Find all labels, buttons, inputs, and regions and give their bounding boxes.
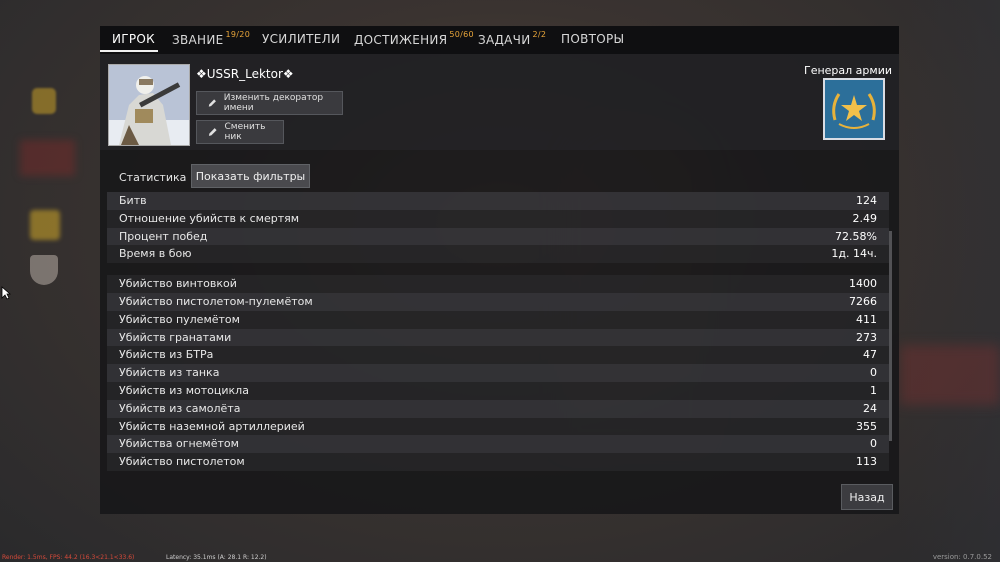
background-red-blur [20, 140, 75, 176]
rank-title: Генерал армии [803, 64, 892, 77]
tab-label: ДОСТИЖЕНИЯ [354, 33, 448, 47]
background-emblem [30, 210, 60, 240]
tab-rank[interactable]: ЗВАНИЕ 19/20 [172, 30, 251, 47]
tab-label: ИГРОК [112, 32, 155, 46]
tab-label: ЗВАНИЕ [172, 33, 224, 47]
tab-player[interactable]: ИГРОК [112, 32, 155, 46]
stat-label: Время в бою [119, 247, 192, 261]
stat-label: Убийства огнемётом [119, 437, 239, 451]
stat-value: 1 [870, 383, 877, 397]
stats-scrollbar[interactable] [889, 231, 892, 441]
tab-label: УСИЛИТЕЛИ [262, 32, 341, 46]
player-profile-panel: ИГРОК ЗВАНИЕ 19/20 УСИЛИТЕЛИ ДОСТИЖЕНИЯ 50… [100, 26, 899, 514]
tab-badge: 19/20 [225, 30, 251, 39]
list-item: Отношение убийств к смертям 2.49 [107, 209, 889, 228]
button-label: Изменить декоратор имени [223, 93, 324, 113]
tab-label: ЗАДАЧИ [478, 33, 531, 47]
tab-tasks[interactable]: ЗАДАЧИ 2/2 [478, 30, 547, 47]
change-decorator-button[interactable]: Изменить декоратор имени [196, 91, 343, 115]
stat-label: Убийство пулемётом [119, 312, 240, 326]
tab-label: ПОВТОРЫ [561, 32, 625, 46]
background-shield [30, 255, 58, 285]
list-item: Убийство пистолетом-пулемётом 7266 [107, 292, 889, 311]
stat-label: Убийств наземной артиллерией [119, 419, 305, 433]
stat-value: 1д. 14ч. [831, 247, 877, 261]
stat-value: 47 [863, 348, 877, 362]
stats-toolbar: Статистика Показать фильтры [100, 164, 899, 194]
rank-badge[interactable] [823, 78, 885, 140]
stat-value: 124 [856, 194, 877, 207]
list-item: Убийства огнемётом 0 [107, 435, 889, 454]
stat-value: 355 [856, 419, 877, 433]
player-avatar[interactable] [108, 64, 190, 146]
stats-list: Битв 124 Отношение убийств к смертям 2.49 … [107, 192, 889, 472]
stat-value: 24 [863, 401, 877, 415]
tab-badge: 50/60 [449, 30, 474, 39]
stat-label: Убийств из самолёта [119, 401, 241, 415]
stat-label: Убийство винтовкой [119, 277, 237, 291]
tab-badge: 2/2 [532, 30, 547, 39]
stat-label: Убийство пистолетом [119, 455, 245, 469]
tab-bar: ИГРОК ЗВАНИЕ 19/20 УСИЛИТЕЛИ ДОСТИЖЕНИЯ 50… [100, 26, 899, 54]
change-nick-button[interactable]: Сменить ник [196, 120, 284, 144]
stat-value: 1400 [849, 277, 877, 291]
list-item: Убийство пулемётом 411 [107, 310, 889, 329]
background-red-blur [900, 345, 1000, 405]
pencil-icon [208, 128, 217, 136]
list-item: Битв 124 [107, 192, 889, 210]
stat-value: 0 [870, 437, 877, 451]
background-right-shade [900, 0, 1000, 562]
stat-label: Процент побед [119, 229, 208, 243]
player-header: ❖USSR_Lektor❖ Изменить декоратор имени С… [100, 54, 899, 150]
tab-boosters[interactable]: УСИЛИТЕЛИ [262, 32, 340, 46]
stat-label: Убийств из мотоцикла [119, 383, 249, 397]
stat-value: 0 [870, 366, 877, 380]
stat-label: Убийств из танка [119, 366, 220, 380]
active-tab-underline [100, 50, 158, 52]
show-filters-button[interactable]: Показать фильтры [191, 164, 310, 188]
back-button[interactable]: Назад [841, 484, 893, 510]
stats-tab-label[interactable]: Статистика [119, 171, 186, 184]
list-item: Убийств из танка 0 [107, 364, 889, 382]
tab-achievements[interactable]: ДОСТИЖЕНИЯ 50/60 [354, 30, 474, 47]
stat-label: Битв [119, 194, 147, 207]
list-item: Убийств из самолёта 24 [107, 399, 889, 418]
stat-label: Отношение убийств к смертям [119, 211, 300, 225]
background-emblem [32, 88, 56, 114]
latency-stats: Latency: 35.1ms (A: 28.1 R: 12.2) [166, 554, 267, 561]
stat-label: Убийств из БТРа [119, 348, 214, 362]
mouse-cursor-icon [1, 286, 11, 300]
tab-replays[interactable]: ПОВТОРЫ [561, 32, 624, 46]
soldier-portrait-icon [109, 65, 189, 145]
list-item: Убийство винтовкой 1400 [107, 275, 889, 293]
list-item: Убийство пистолетом 113 [107, 453, 889, 471]
stat-value: 273 [856, 330, 877, 344]
stat-value: 113 [856, 455, 877, 469]
list-item: Время в бою 1д. 14ч. [107, 245, 889, 264]
player-nickname: ❖USSR_Lektor❖ [196, 67, 294, 81]
list-item: Убийств гранатами 273 [107, 328, 889, 347]
list-item: Убийств из БТРа 47 [107, 346, 889, 365]
pencil-icon [208, 99, 216, 107]
list-item: Убийств наземной артиллерией 355 [107, 417, 889, 436]
stat-value: 72.58% [835, 229, 877, 243]
list-item: Убийств из мотоцикла 1 [107, 381, 889, 400]
stat-value: 2.49 [852, 211, 878, 225]
version-label: version: 0.7.0.52 [932, 553, 992, 561]
stat-value: 7266 [849, 294, 877, 308]
rank-star-emblem-icon [832, 93, 876, 129]
debug-stats: Render: 1.5ms, FPS: 44.2 (16.3<21.1<33.6… [2, 554, 135, 561]
stat-label: Убийство пистолетом-пулемётом [119, 294, 313, 308]
list-item: Процент побед 72.58% [107, 227, 889, 246]
stat-label: Убийств гранатами [119, 330, 232, 344]
button-label: Сменить ник [224, 122, 266, 142]
stat-value: 411 [856, 312, 877, 326]
